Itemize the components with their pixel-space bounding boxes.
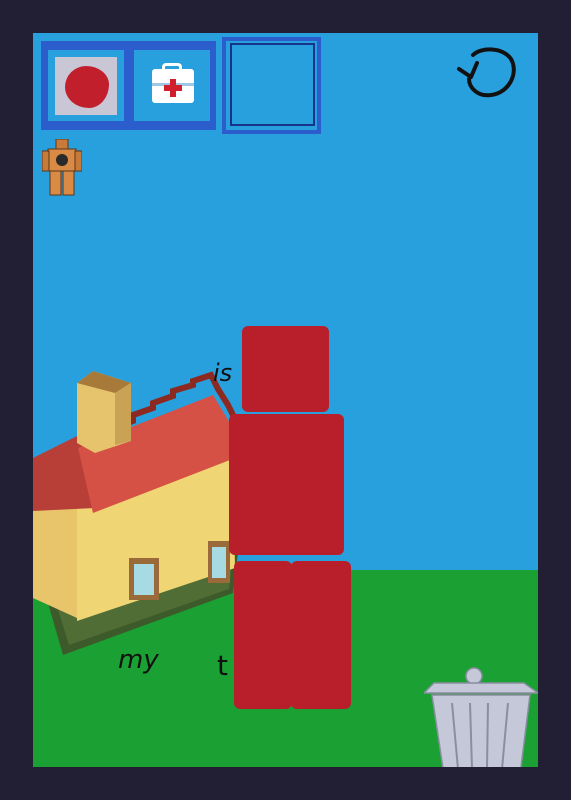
svg-text:my: my <box>118 645 159 675</box>
trash-can-icon[interactable] <box>424 665 538 767</box>
red-block-bottom-right[interactable] <box>291 561 351 709</box>
tomato-icon <box>65 66 109 108</box>
svg-text:is: is <box>213 359 232 387</box>
svg-text:t: t <box>217 649 228 682</box>
scribble-text-my: my <box>118 645 159 675</box>
red-block-middle[interactable] <box>229 414 344 555</box>
game-viewport: is my t <box>33 33 538 767</box>
inventory-bar <box>41 41 216 130</box>
game-frame: is my t <box>0 0 571 800</box>
scribble-text-is: is <box>213 359 232 387</box>
red-block-bottom-left[interactable] <box>234 561 292 709</box>
red-block-top[interactable] <box>242 326 329 412</box>
inventory-slot-medkit[interactable] <box>134 50 210 121</box>
reset-arrow-icon[interactable] <box>451 43 521 103</box>
inventory-slot-empty[interactable] <box>222 37 321 134</box>
inventory-slot-tomato[interactable] <box>48 50 124 121</box>
tomato-slot-background <box>55 57 117 115</box>
player-character[interactable] <box>42 139 82 197</box>
first-aid-kit-icon <box>152 69 194 103</box>
